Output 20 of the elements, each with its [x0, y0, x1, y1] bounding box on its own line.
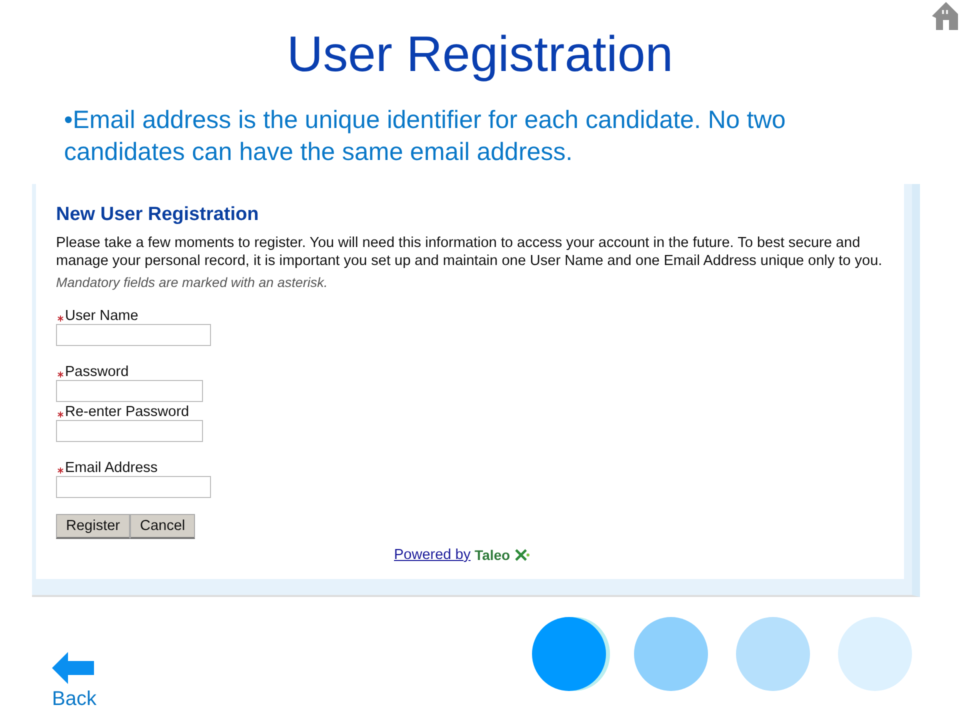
field-label: Email Address — [65, 460, 158, 476]
input-field[interactable] — [56, 380, 203, 402]
field-label: Password — [65, 364, 129, 380]
field-label: Re-enter Password — [65, 404, 190, 420]
powered-by-link[interactable]: Powered by — [394, 547, 471, 563]
bullet-text: •Email address is the unique identifier for each candidate. No two candidates can have the same email address. — [64, 105, 787, 168]
back-arrow-icon[interactable] — [52, 652, 94, 684]
form-heading: New User Registration — [56, 204, 260, 226]
form-button[interactable]: Cancel — [130, 514, 196, 539]
back-link[interactable]: Back — [52, 688, 96, 711]
x-logo-icon — [514, 548, 530, 562]
mandatory-note: Mandatory fields are marked with an asterisk. — [56, 275, 329, 290]
input-field[interactable] — [56, 324, 211, 346]
slide-title: User Registration — [286, 25, 674, 82]
intro-text: Please take a few moments to register. You will need this information to access your account in the future. To best secure and manage your personal record, it is important you set up and maintain one User Name and one Email Address unique only to you. — [56, 234, 884, 270]
input-field[interactable] — [56, 420, 203, 442]
input-field[interactable] — [56, 476, 211, 498]
brand-name: Taleo — [474, 547, 510, 563]
form-button[interactable]: Register — [56, 514, 130, 539]
field-label: User Name — [65, 308, 138, 324]
